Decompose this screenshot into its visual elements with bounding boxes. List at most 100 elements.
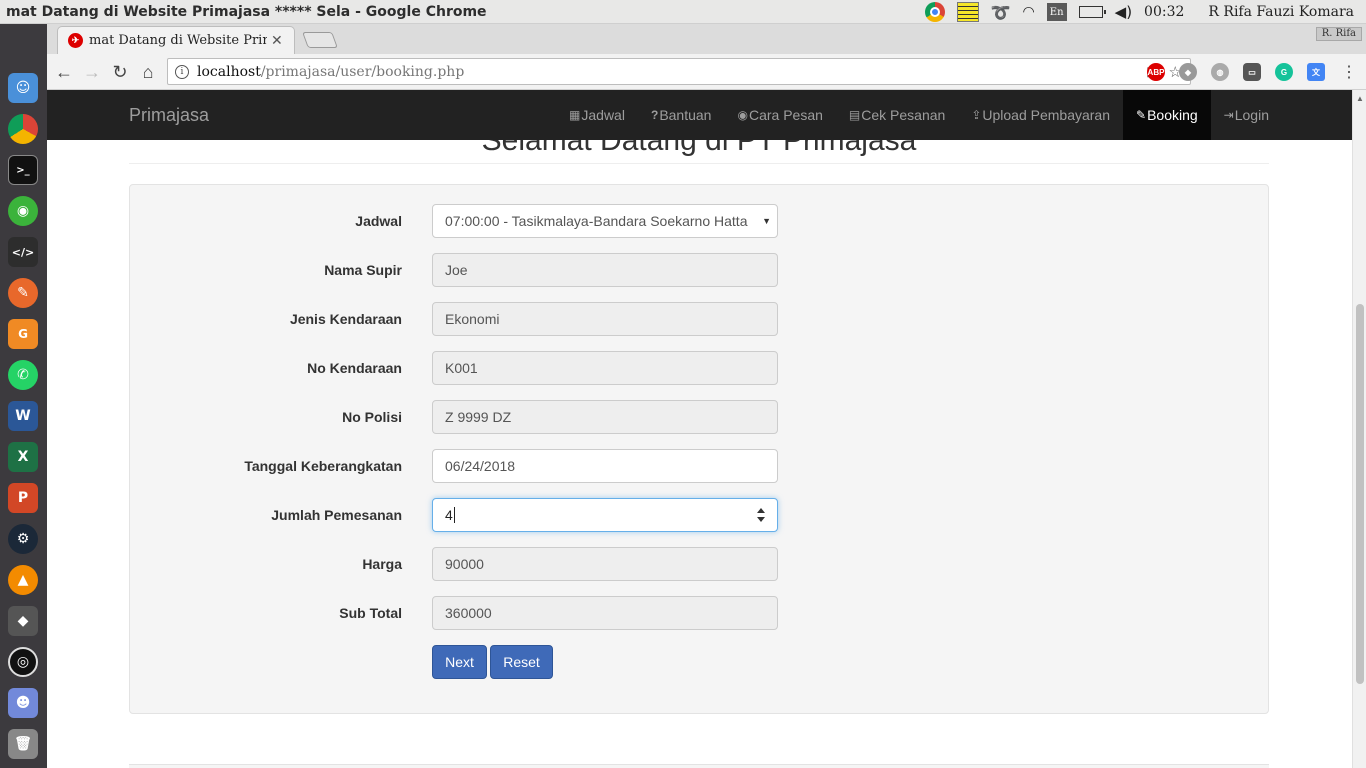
forward-arrow-icon[interactable]: →	[80, 60, 104, 84]
steam-icon[interactable]: ⚙	[8, 524, 38, 554]
reset-button[interactable]: Reset	[490, 645, 553, 679]
reload-icon[interactable]: ↻	[108, 60, 132, 84]
discord-icon[interactable]: ☻	[8, 688, 38, 718]
table-icon: ▤	[848, 108, 861, 122]
profile-badge[interactable]: R. Rifa	[1315, 27, 1362, 41]
powerpoint-icon[interactable]: P	[8, 483, 38, 513]
pdf-icon[interactable]: G	[8, 319, 38, 349]
form-row-jadwal: Jadwal 07:00:00 - Tasikmalaya-Bandara So…	[130, 204, 1270, 238]
nav-item-bantuan[interactable]: ? Bantuan	[638, 90, 725, 140]
nav-item-jadwal[interactable]: ▦ Jadwal	[556, 90, 638, 140]
url-text[interactable]: localhost/primajasa/user/booking.php	[197, 64, 464, 80]
nav-item-booking[interactable]: ✎ Booking	[1123, 90, 1211, 140]
form-row-harga: Harga 90000	[130, 547, 1270, 581]
grammarly-icon[interactable]: G	[1275, 63, 1293, 81]
home-icon[interactable]: ⌂	[136, 60, 160, 84]
menu-icon[interactable]: ⋮	[1337, 60, 1361, 84]
form-row-tanggal: Tanggal Keberangkatan 06/24/2018	[130, 449, 1270, 483]
subtotal-field[interactable]: 360000	[432, 596, 778, 630]
info-icon[interactable]: i	[175, 64, 189, 79]
finder-icon[interactable]: ☺	[8, 73, 38, 103]
edit-icon: ✎	[1136, 108, 1147, 122]
page-scrollbar[interactable]: ▲	[1352, 90, 1366, 768]
code-editor-icon[interactable]: </>	[8, 237, 38, 267]
sync-tray-icon[interactable]: ➰	[991, 3, 1011, 22]
launcher-dock: ☺ >_ ◉ </> ✎ G ✆ W X P ⚙ ▲ ◆ ◎ ☻ 🗑	[0, 24, 47, 768]
battery-icon[interactable]	[1078, 6, 1106, 18]
obs-icon[interactable]: ◎	[8, 647, 38, 677]
supir-label: Nama Supir	[324, 262, 402, 278]
site-navbar: Primajasa ▦ Jadwal ? Bantuan ◉ Cara Pesan ▤…	[47, 90, 1352, 140]
trash-icon[interactable]: 🗑	[8, 729, 38, 759]
no-polisi-label: No Polisi	[342, 409, 402, 425]
android-icon[interactable]: ◉	[8, 196, 38, 226]
jadwal-select[interactable]: 07:00:00 - Tasikmalaya-Bandara Soekarno …	[432, 204, 778, 238]
no-polisi-field[interactable]: Z 9999 DZ	[432, 400, 778, 434]
jumlah-value: 4	[445, 507, 453, 523]
adblock-icon[interactable]: ABP	[1147, 63, 1165, 81]
clock[interactable]: 00:32	[1144, 4, 1184, 20]
browser-tab[interactable]: ✈ mat Datang di Website Primajasa ✕	[57, 26, 295, 54]
eye-icon: ◉	[737, 108, 748, 122]
chrome-icon[interactable]	[8, 114, 38, 144]
form-row-subtotal: Sub Total 360000	[130, 596, 1270, 630]
new-tab-button[interactable]	[302, 32, 338, 48]
pencil-icon[interactable]: ✎	[8, 278, 38, 308]
vlc-icon[interactable]: ▲	[8, 565, 38, 595]
nav-item-cek-pesanan[interactable]: ▤ Cek Pesanan	[836, 90, 958, 140]
keyboard-layout-indicator[interactable]: En	[1046, 3, 1067, 21]
no-kendaraan-field[interactable]: K001	[432, 351, 778, 385]
terminal-icon[interactable]: >_	[8, 155, 38, 185]
chrome-tray-icon[interactable]	[924, 2, 945, 22]
scroll-up-icon[interactable]: ▲	[1356, 94, 1364, 103]
word-icon[interactable]: W	[8, 401, 38, 431]
jadwal-label: Jadwal	[355, 213, 402, 229]
subtotal-label: Sub Total	[339, 605, 402, 621]
google-translate-icon[interactable]: 文	[1307, 63, 1325, 81]
excel-icon[interactable]: X	[8, 442, 38, 472]
text-cursor	[453, 507, 455, 523]
tab-title: mat Datang di Website Primajasa	[89, 33, 267, 48]
jenis-kendaraan-field[interactable]: Ekonomi	[432, 302, 778, 336]
tanggal-keberangkatan-field[interactable]: 06/24/2018	[432, 449, 778, 483]
back-arrow-icon[interactable]: ←	[52, 60, 76, 84]
chat-icon[interactable]: ▭	[1243, 63, 1261, 81]
nav-item-upload-pembayaran[interactable]: ⇪ Upload Pembayaran	[958, 90, 1123, 140]
harga-field[interactable]: 90000	[432, 547, 778, 581]
user-name[interactable]: R Rifa Fauzi Komara	[1208, 4, 1354, 20]
chevron-down-icon: ▼	[762, 216, 771, 226]
question-icon: ?	[650, 108, 659, 122]
brand-link[interactable]: Primajasa	[129, 105, 209, 126]
supir-field[interactable]: Joe	[432, 253, 778, 287]
calendar-icon: ▦	[569, 108, 581, 122]
address-bar[interactable]: i localhost/primajasa/user/booking.php ⊞…	[167, 58, 1191, 85]
system-tray: ➰ ◠ En ◀) 00:32 R Rifa Fauzi Komara	[924, 0, 1366, 24]
extension-icon[interactable]: ◆	[1179, 63, 1197, 81]
os-top-panel: mat Datang di Website Primajasa ***** Se…	[0, 0, 1366, 24]
whatsapp-icon[interactable]: ✆	[8, 360, 38, 390]
next-button[interactable]: Next	[432, 645, 487, 679]
tab-strip: ✈ mat Datang di Website Primajasa ✕ R. R…	[47, 24, 1366, 54]
notes-tray-icon[interactable]	[956, 2, 979, 22]
booking-form: Jadwal 07:00:00 - Tasikmalaya-Bandara So…	[129, 184, 1269, 714]
wifi-icon[interactable]: ◠	[1022, 4, 1034, 20]
nav-item-login[interactable]: ⇥ Login	[1211, 90, 1282, 140]
nav-menu: ▦ Jadwal ? Bantuan ◉ Cara Pesan ▤ Cek Pesana…	[556, 90, 1282, 140]
nav-item-cara-pesan[interactable]: ◉ Cara Pesan	[724, 90, 835, 140]
jumlah-pemesanan-input[interactable]: 4	[432, 498, 778, 532]
page-viewport: Primajasa ▦ Jadwal ? Bantuan ◉ Cara Pesan ▤…	[47, 90, 1352, 768]
page-heading: Selamat Datang di PT Primajasa	[129, 140, 1269, 164]
apple-icon[interactable]	[8, 32, 38, 62]
close-icon[interactable]: ✕	[271, 32, 283, 49]
unity-icon[interactable]: ◆	[8, 606, 38, 636]
form-row-no-kendaraan: No Kendaraan K001	[130, 351, 1270, 385]
volume-icon[interactable]: ◀)	[1115, 3, 1132, 21]
form-row-no-polisi: No Polisi Z 9999 DZ	[130, 400, 1270, 434]
page-title: Selamat Datang di PT Primajasa	[481, 140, 917, 157]
scrollbar-thumb[interactable]	[1356, 304, 1364, 684]
form-row-jumlah: Jumlah Pemesanan 4	[130, 498, 1270, 532]
number-stepper-icon[interactable]	[757, 508, 765, 522]
harga-label: Harga	[362, 556, 402, 572]
globe-icon[interactable]: ◍	[1211, 63, 1229, 81]
no-kendaraan-label: No Kendaraan	[307, 360, 402, 376]
